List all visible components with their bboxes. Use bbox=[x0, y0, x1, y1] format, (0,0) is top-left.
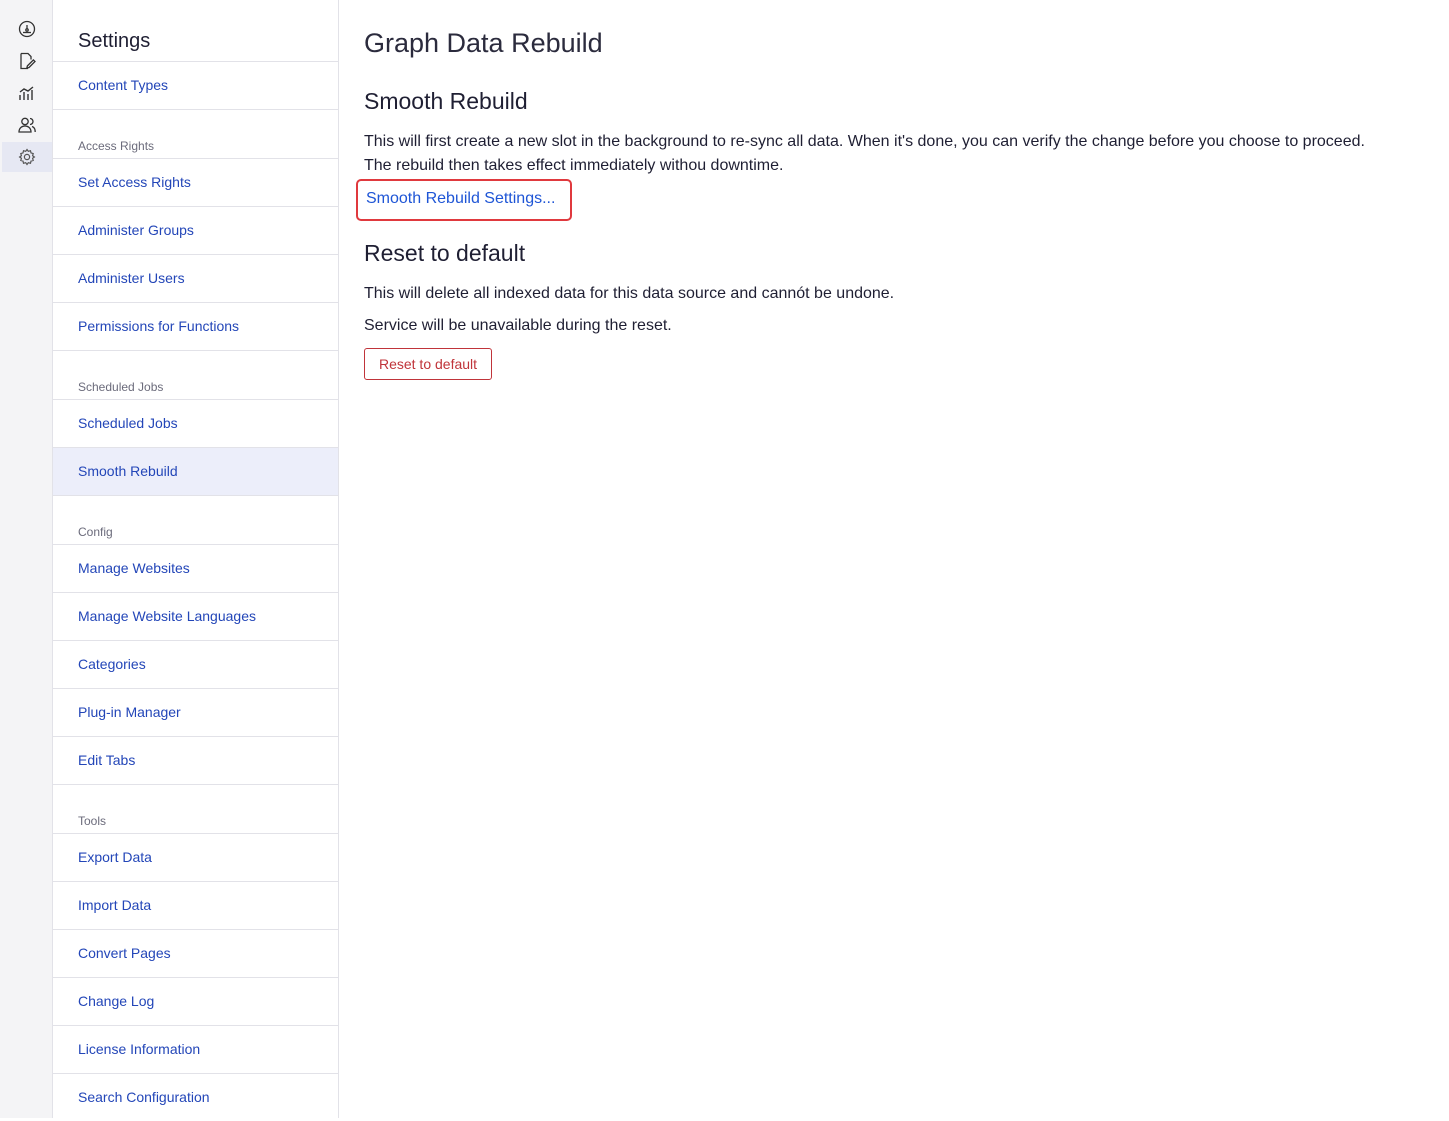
sidebar-item-permissions-for-functions[interactable]: Permissions for Functions bbox=[53, 302, 338, 350]
smooth-rebuild-description: This will first create a new slot in the… bbox=[364, 133, 1365, 150]
sidebar-item-smooth-rebuild[interactable]: Smooth Rebuild bbox=[53, 447, 338, 495]
settings-gear-icon bbox=[18, 148, 36, 166]
smooth-rebuild-description-2: The rebuild then takes effect immediatel… bbox=[364, 157, 784, 174]
rail-settings-button[interactable] bbox=[2, 142, 52, 172]
smooth-rebuild-settings-link[interactable]: Smooth Rebuild Settings... bbox=[356, 179, 572, 221]
sidebar-group-config: Config bbox=[53, 495, 338, 545]
page-title: Graph Data Rebuild bbox=[364, 28, 603, 58]
sidebar-item-search-configuration[interactable]: Search Configuration bbox=[53, 1073, 338, 1121]
sidebar-item-change-log[interactable]: Change Log bbox=[53, 977, 338, 1025]
sidebar-item-license-information[interactable]: License Information bbox=[53, 1025, 338, 1073]
sidebar-item-set-access-rights[interactable]: Set Access Rights bbox=[53, 158, 338, 206]
sidebar-item-plug-in-manager[interactable]: Plug-in Manager bbox=[53, 688, 338, 736]
sidebar-item-scheduled-jobs[interactable]: Scheduled Jobs bbox=[53, 399, 338, 447]
sidebar-group-label: Tools bbox=[78, 814, 107, 828]
sidebar-group-label: Scheduled Jobs bbox=[78, 380, 164, 394]
rail-edit-button[interactable] bbox=[2, 46, 52, 76]
edit-document-icon bbox=[20, 52, 36, 70]
sidebar-item-manage-websites[interactable]: Manage Websites bbox=[53, 544, 338, 592]
sidebar-title: Settings bbox=[78, 30, 151, 52]
reset-to-default-button[interactable]: Reset to default bbox=[364, 348, 492, 380]
sidebar-item-categories[interactable]: Categories bbox=[53, 640, 338, 688]
reset-heading: Reset to default bbox=[364, 240, 526, 266]
users-icon bbox=[18, 117, 36, 133]
reset-description: This will delete all indexed data for th… bbox=[364, 285, 895, 302]
analytics-icon bbox=[19, 86, 34, 100]
smooth-rebuild-heading: Smooth Rebuild bbox=[364, 88, 528, 114]
sidebar-group-tools: Tools bbox=[53, 784, 338, 834]
sidebar-item-administer-users[interactable]: Administer Users bbox=[53, 254, 338, 302]
sidebar-item-administer-groups[interactable]: Administer Groups bbox=[53, 206, 338, 254]
sidebar-item-content-types[interactable]: Content Types bbox=[53, 61, 338, 109]
sidebar-group-access-rights: Access Rights bbox=[53, 109, 338, 159]
icon-rail bbox=[0, 0, 53, 1118]
sidebar-group-label: Access Rights bbox=[78, 139, 155, 153]
dashboard-icon bbox=[18, 20, 36, 38]
sidebar-item-convert-pages[interactable]: Convert Pages bbox=[53, 929, 338, 977]
sidebar-group-label: Config bbox=[78, 525, 113, 539]
sidebar-item-manage-website-languages[interactable]: Manage Website Languages bbox=[53, 592, 338, 640]
rail-analytics-button[interactable] bbox=[2, 78, 52, 108]
reset-warning: Service will be unavailable during the r… bbox=[364, 317, 672, 334]
sidebar-group-scheduled-jobs: Scheduled Jobs bbox=[53, 350, 338, 400]
sidebar-item-import-data[interactable]: Import Data bbox=[53, 881, 338, 929]
sidebar-item-edit-tabs[interactable]: Edit Tabs bbox=[53, 736, 338, 784]
rail-dashboard-button[interactable] bbox=[2, 14, 52, 44]
rail-users-button[interactable] bbox=[2, 110, 52, 140]
sidebar-item-export-data[interactable]: Export Data bbox=[53, 833, 338, 881]
settings-sidebar: Settings Content Types Access Rights Set… bbox=[53, 0, 339, 1118]
